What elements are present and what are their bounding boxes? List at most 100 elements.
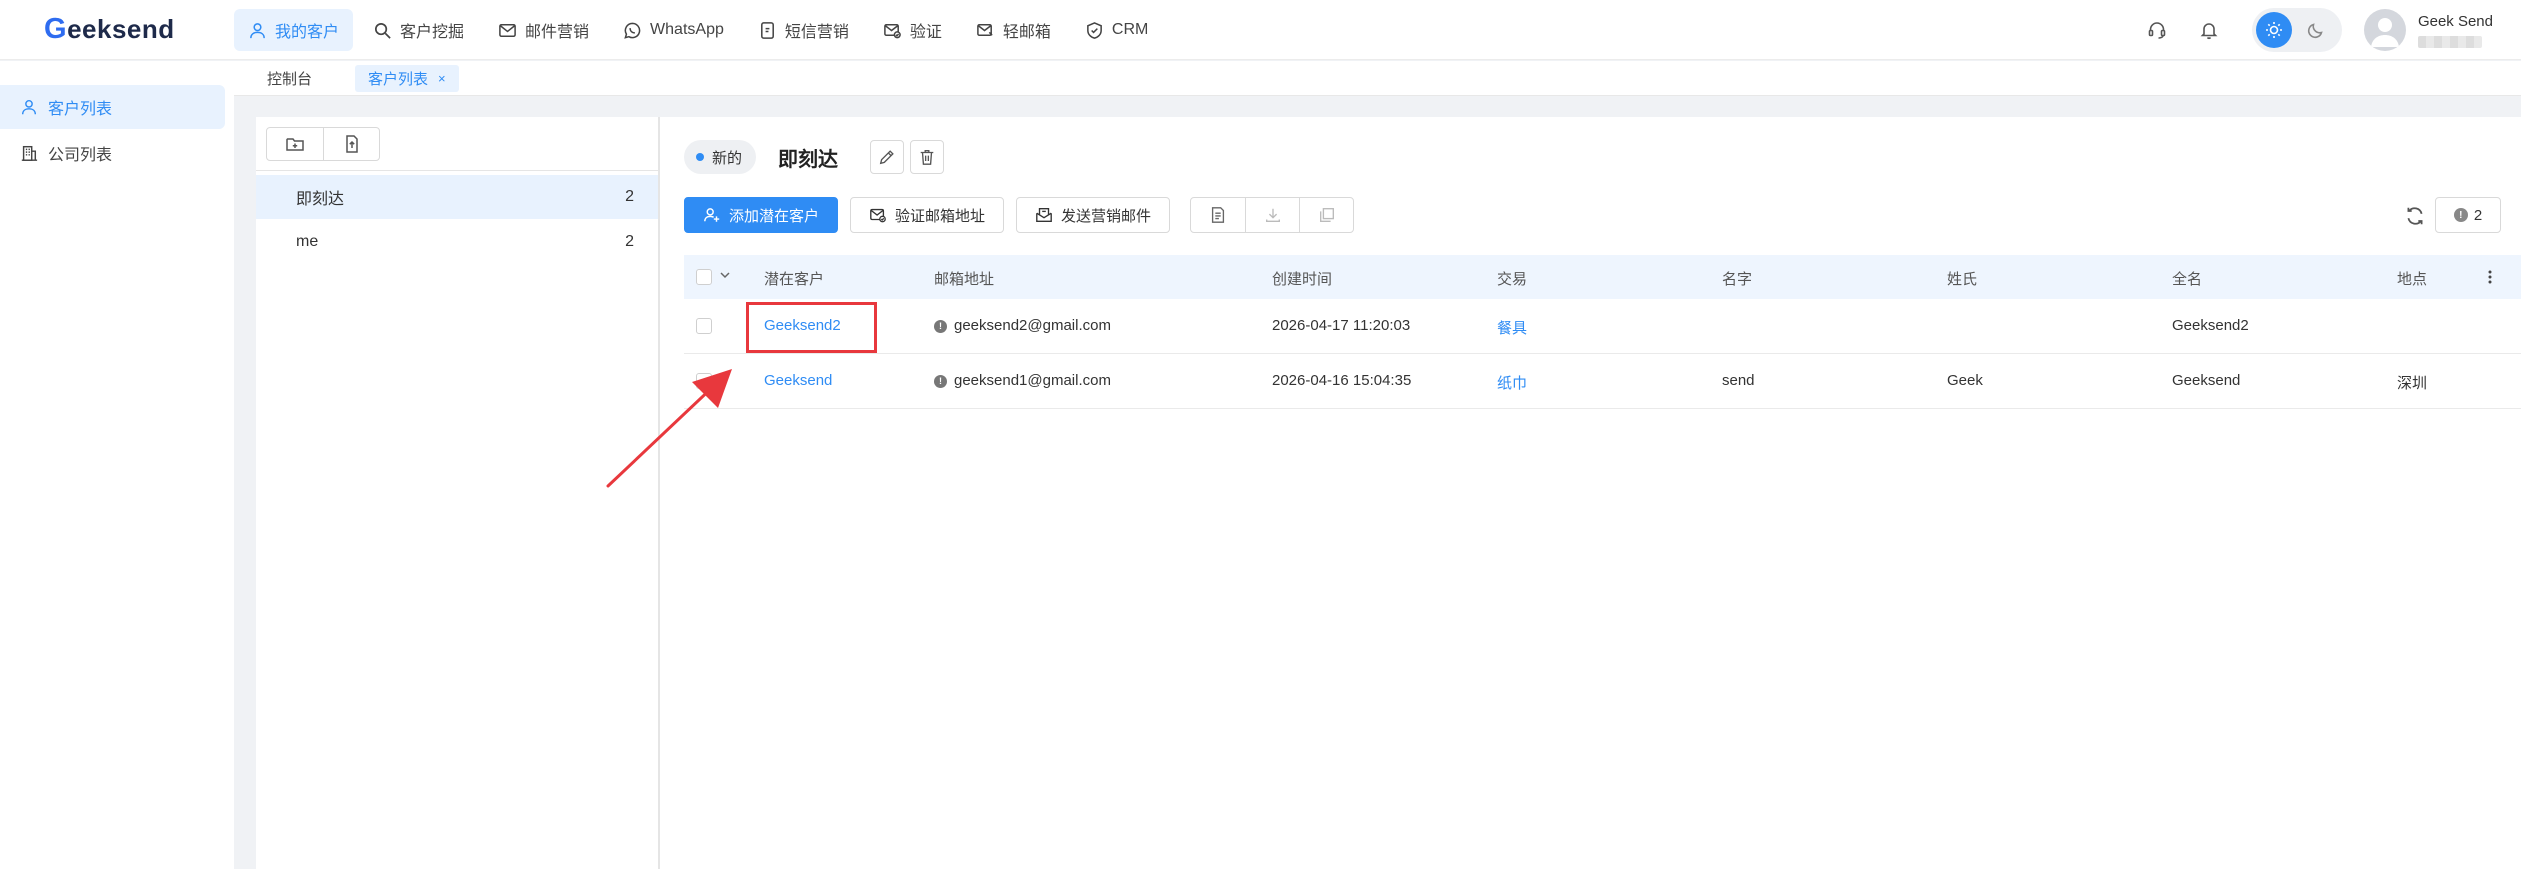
bell-icon[interactable] — [2196, 17, 2222, 43]
nav-whatsapp[interactable]: WhatsApp — [609, 9, 738, 51]
table-row[interactable]: Geeksend2 ! geeksend2@gmail.com 2026-04-1… — [684, 299, 2521, 354]
moon-icon[interactable] — [2298, 12, 2334, 48]
prospect-table: 潜在客户 邮箱地址 创建时间 交易 名字 姓氏 全名 地点 Geeksend2 … — [684, 255, 2521, 409]
page-tabs: 控制台 客户列表 × — [234, 61, 2521, 96]
bulk-tools — [1190, 197, 1355, 233]
more-vertical-icon[interactable] — [2480, 267, 2500, 287]
delete-button[interactable] — [910, 140, 945, 174]
group-count: 2 — [625, 188, 634, 205]
group-detail: 新的 即刻达 添加潜在客户 验证邮箱地址 发送营销邮件 ! 2 潜在客户 邮箱地… — [662, 117, 2521, 869]
info-icon: ! — [934, 375, 947, 388]
email-cell: ! geeksend1@gmail.com — [934, 372, 1111, 389]
page-title: 即刻达 — [778, 148, 839, 171]
sidebar-item-company-list[interactable]: 公司列表 — [0, 131, 225, 175]
group-item[interactable]: 即刻达 2 — [256, 175, 658, 219]
main-nav: 我的客户 客户挖掘 邮件营销 WhatsApp 短信营销 验证 轻邮箱 CRM — [234, 8, 1162, 52]
top-header: Geeksend 我的客户 客户挖掘 邮件营销 WhatsApp 短信营销 验证 — [0, 0, 2521, 60]
column-header[interactable]: 交易 — [1497, 268, 1527, 289]
user-menu[interactable]: Geek Send — [2363, 9, 2493, 51]
send-marketing-email-button[interactable]: 发送营销邮件 — [1016, 197, 1171, 233]
column-header[interactable]: 全名 — [2172, 268, 2202, 289]
sms-icon — [760, 21, 774, 39]
info-icon: ! — [934, 320, 947, 333]
close-icon[interactable]: × — [438, 71, 446, 86]
download-button[interactable] — [1245, 198, 1299, 232]
table-header: 潜在客户 邮箱地址 创建时间 交易 名字 姓氏 全名 地点 — [684, 255, 2521, 299]
action-toolbar: 添加潜在客户 验证邮箱地址 发送营销邮件 — [684, 197, 1355, 233]
user-name: Geek Send — [2417, 13, 2493, 30]
nav-email-marketing[interactable]: 邮件营销 — [484, 9, 603, 51]
headset-icon[interactable] — [2144, 17, 2170, 43]
divider — [256, 170, 660, 171]
tab-customer-list[interactable]: 客户列表 × — [355, 65, 459, 92]
nav-label: 轻邮箱 — [1002, 24, 1051, 41]
title-row: 新的 即刻达 — [684, 139, 945, 175]
copy-button[interactable] — [1299, 198, 1353, 232]
group-item[interactable]: me 2 — [256, 220, 658, 264]
nav-verify[interactable]: 验证 — [869, 9, 956, 51]
deal-link[interactable]: 纸巾 — [1497, 372, 1527, 393]
building-icon — [21, 145, 38, 161]
column-header[interactable]: 名字 — [1722, 268, 1752, 289]
column-header[interactable]: 地点 — [2397, 268, 2427, 289]
status-badge-label: 新的 — [712, 149, 743, 167]
nav-label: 我的客户 — [275, 24, 340, 41]
nav-crm[interactable]: CRM — [1071, 9, 1162, 51]
new-folder-button[interactable] — [267, 128, 323, 160]
user-icon — [21, 99, 37, 115]
verify-mail-icon — [884, 23, 901, 38]
nav-label: 短信营销 — [784, 24, 849, 41]
email-cell: ! geeksend2@gmail.com — [934, 317, 1111, 334]
chevron-down-icon[interactable] — [718, 268, 732, 282]
verify-email-button[interactable]: 验证邮箱地址 — [850, 197, 1005, 233]
file-upload-icon — [345, 135, 358, 153]
status-badge: 新的 — [684, 140, 757, 174]
column-header[interactable]: 创建时间 — [1272, 268, 1332, 289]
full-name: Geeksend — [2172, 372, 2241, 389]
theme-toggle[interactable] — [2251, 8, 2342, 52]
nav-label: 邮件营销 — [525, 24, 590, 41]
table-row[interactable]: Geeksend ! geeksend1@gmail.com 2026-04-16… — [684, 354, 2521, 409]
whatsapp-icon — [624, 22, 641, 39]
add-prospect-button[interactable]: 添加潜在客户 — [684, 197, 839, 233]
edit-button[interactable] — [870, 140, 905, 174]
column-header[interactable]: 潜在客户 — [764, 268, 824, 289]
tab-label: 控制台 — [267, 71, 313, 88]
nav-light-mailbox[interactable]: 轻邮箱 — [962, 9, 1065, 51]
refresh-icon[interactable] — [2404, 205, 2426, 227]
email-text: geeksend1@gmail.com — [954, 372, 1111, 389]
group-name: 即刻达 — [296, 191, 345, 208]
prospect-link[interactable]: Geeksend — [764, 372, 832, 389]
main-panel: 即刻达 2 me 2 新的 即刻达 添加潜在客户 验证邮箱地址 发送营销邮件 !… — [256, 117, 2521, 869]
import-file-button[interactable] — [323, 128, 379, 160]
column-header[interactable]: 邮箱地址 — [934, 268, 994, 289]
column-header[interactable]: 姓氏 — [1947, 268, 1977, 289]
nav-sms-marketing[interactable]: 短信营销 — [744, 9, 863, 51]
nav-customer-mining[interactable]: 客户挖掘 — [359, 9, 478, 51]
created-time: 2026-04-16 15:04:35 — [1272, 372, 1412, 389]
nav-my-customers[interactable]: 我的客户 — [234, 9, 354, 51]
export-list-button[interactable] — [1191, 198, 1245, 232]
user-icon — [250, 22, 265, 38]
sidebar: 客户列表 公司列表 — [0, 61, 234, 869]
group-count: 2 — [625, 233, 634, 250]
pencil-icon — [879, 150, 894, 165]
logo-initial: G — [44, 12, 68, 45]
select-all-checkbox[interactable] — [696, 269, 712, 285]
geeksend-logo[interactable]: Geeksend — [44, 12, 175, 45]
tab-label: 客户列表 — [368, 71, 429, 88]
total-count-badge[interactable]: ! 2 — [2435, 197, 2501, 233]
avatar — [2363, 9, 2406, 51]
light-mail-icon — [977, 23, 993, 36]
sidebar-item-customer-list[interactable]: 客户列表 — [0, 85, 225, 129]
folder-plus-icon — [286, 138, 304, 151]
row-checkbox[interactable] — [696, 318, 712, 334]
document-icon — [1211, 207, 1225, 223]
first-name: send — [1722, 372, 1755, 389]
copy-icon — [1319, 208, 1334, 222]
trash-icon — [920, 150, 934, 165]
tab-console[interactable]: 控制台 — [254, 65, 325, 92]
nav-label: CRM — [1111, 21, 1149, 38]
deal-link[interactable]: 餐具 — [1497, 317, 1527, 338]
sun-icon[interactable] — [2255, 12, 2292, 48]
